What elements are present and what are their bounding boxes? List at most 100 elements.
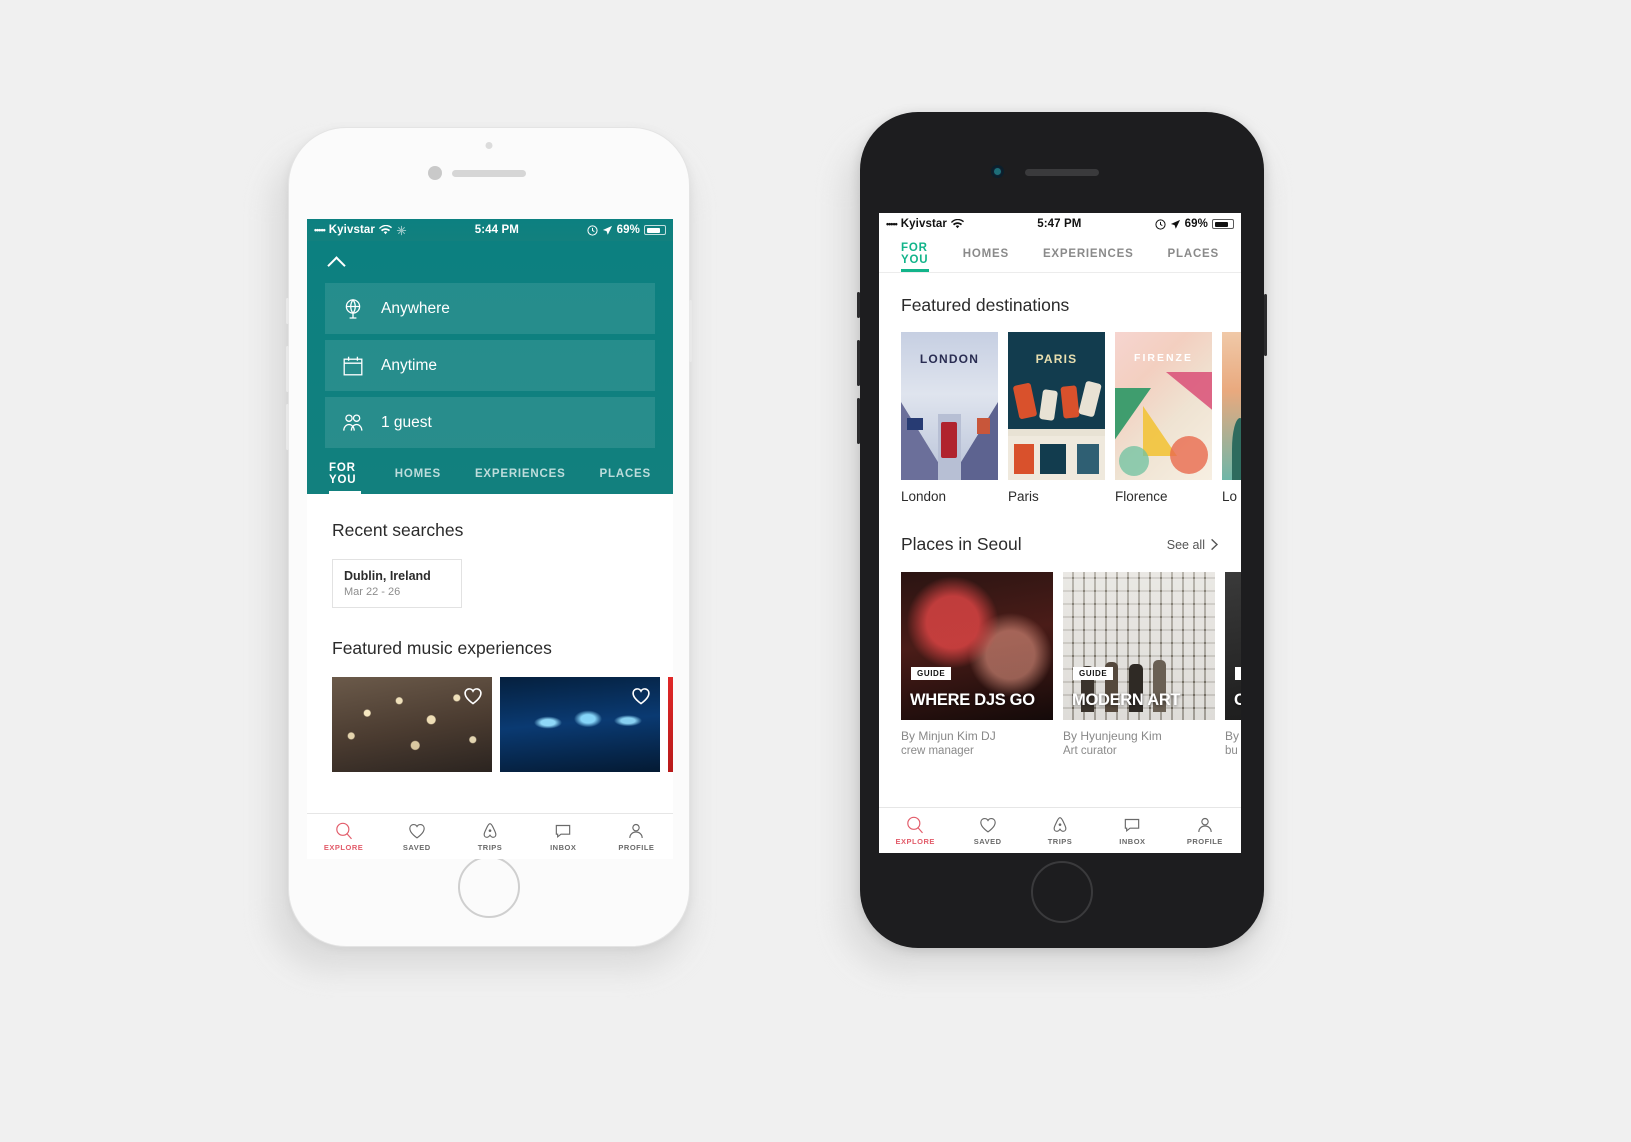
nav-profile[interactable]: PROFILE	[1169, 808, 1241, 853]
guide-title: C	[1234, 691, 1241, 709]
guide-author-name: By Hyunjeung Kim	[1063, 729, 1162, 743]
nav-trips-label: TRIPS	[477, 843, 503, 852]
nav-profile-label: PROFILE	[618, 843, 655, 852]
volume-up-button[interactable]	[857, 340, 860, 386]
power-button[interactable]	[689, 300, 692, 362]
home-button[interactable]	[458, 856, 520, 918]
guide-author-role: Art curator	[1063, 745, 1117, 757]
tab-experiences-label: EXPERIENCES	[1042, 247, 1134, 260]
featured-music-carousel[interactable]	[307, 677, 673, 772]
destination-card-paris[interactable]: PARIS Paris	[1008, 332, 1105, 504]
person-icon	[629, 823, 644, 839]
earpiece-speaker	[452, 170, 526, 177]
nav-profile[interactable]: PROFILE	[600, 814, 673, 859]
guide-author: By Hyunjeung Kim	[1063, 729, 1215, 743]
nav-trips[interactable]: TRIPS	[453, 814, 526, 859]
nav-saved[interactable]: SAVED	[380, 814, 453, 859]
globe-icon	[345, 298, 361, 319]
destination-card-florence[interactable]: FIRENZE Florence	[1115, 332, 1212, 504]
featured-music-title: Featured music experiences	[332, 638, 552, 658]
search-field-location[interactable]: Anywhere	[325, 283, 655, 334]
guide-image: GUIDE MODERN ART	[1063, 572, 1215, 720]
mute-switch[interactable]	[286, 298, 289, 324]
guide-card-modern-art[interactable]: GUIDE MODERN ART By Hyunjeung Kim Art cu…	[1063, 572, 1215, 757]
places-in-seoul-header: Places in Seoul See all	[879, 534, 1241, 555]
featured-destinations-section: Featured destinations	[879, 273, 1241, 316]
seoul-guides-carousel[interactable]: GUIDE WHERE DJS GO By Minjun Kim DJ crew…	[879, 572, 1241, 757]
mute-switch[interactable]	[857, 292, 860, 318]
tab-places-label: PLACES	[599, 468, 651, 480]
guide-card-next[interactable]: GUIDE C By bu	[1225, 572, 1241, 757]
tab-for-you[interactable]: FOR YOU	[329, 454, 361, 494]
location-arrow-icon	[602, 225, 612, 235]
tab-homes-label: HOMES	[394, 468, 441, 480]
tab-places[interactable]: PLACES	[1168, 235, 1219, 272]
heart-icon	[979, 817, 996, 833]
sync-icon	[396, 225, 407, 235]
nav-trips[interactable]: TRIPS	[1024, 808, 1096, 853]
featured-destinations-title: Featured destinations	[901, 295, 1070, 315]
destination-card-next[interactable]: Lo	[1222, 332, 1241, 504]
search-dates-value: Anytime	[381, 356, 437, 374]
nav-saved-label: SAVED	[402, 843, 431, 852]
tab-experiences[interactable]: EXPERIENCES	[1043, 235, 1134, 272]
nav-profile-label: PROFILE	[1186, 837, 1223, 846]
recent-search-item[interactable]: Dublin, Ireland Mar 22 - 26	[332, 559, 462, 608]
tab-underline	[395, 491, 441, 494]
carrier-label: Kyivstar	[328, 224, 375, 236]
poster-text: PARIS	[1035, 352, 1078, 366]
volume-up-button[interactable]	[286, 346, 289, 392]
chevron-right-icon	[1211, 538, 1219, 551]
tab-for-you[interactable]: FOR YOU	[901, 235, 929, 272]
destinations-carousel[interactable]: LONDON London PARIS Paris FIRENZE Floren…	[879, 332, 1241, 504]
tab-experiences-label: EXPERIENCES	[474, 468, 566, 480]
right-phone-device: ••••• Kyivstar 5:47 PM 69% FOR YOU HOMES…	[857, 112, 1267, 948]
nav-explore-label: EXPLORE	[323, 843, 364, 852]
chevron-up-icon	[329, 253, 347, 271]
guide-badge: GUIDE	[1235, 667, 1241, 680]
collapse-search-button[interactable]	[307, 241, 673, 283]
left-bottom-nav: EXPLORE SAVED TRIPS INBOX PROFILE	[307, 813, 673, 859]
see-all-button[interactable]: See all	[1167, 538, 1219, 552]
guide-author-role: crew manager	[901, 745, 974, 757]
nav-inbox[interactable]: INBOX	[527, 814, 600, 859]
heart-icon[interactable]	[462, 685, 484, 707]
alarm-icon	[1155, 218, 1166, 230]
home-button[interactable]	[1031, 861, 1093, 923]
tab-underline	[1168, 269, 1219, 272]
power-button[interactable]	[1264, 294, 1267, 356]
tab-for-you-label: FOR YOU	[901, 241, 929, 266]
calendar-icon	[343, 356, 363, 375]
nav-saved[interactable]: SAVED	[951, 808, 1023, 853]
heart-icon[interactable]	[630, 685, 652, 707]
tab-places-label: PLACES	[1167, 247, 1219, 260]
left-phone-device: ••••• Kyivstar 5:44 PM 69% Anywhere Anyt…	[286, 127, 692, 947]
destination-card-london[interactable]: LONDON London	[901, 332, 998, 504]
experience-card[interactable]	[668, 677, 673, 772]
volume-down-button[interactable]	[286, 404, 289, 450]
airbnb-belo-icon	[483, 823, 497, 838]
search-field-guests[interactable]: 1 guest	[325, 397, 655, 448]
tab-homes[interactable]: HOMES	[395, 454, 441, 494]
tab-experiences[interactable]: EXPERIENCES	[475, 454, 566, 494]
right-tab-bar: FOR YOU HOMES EXPERIENCES PLACES	[879, 235, 1241, 273]
carrier-label: Kyivstar	[900, 218, 947, 230]
nav-inbox-label: INBOX	[550, 843, 577, 852]
tab-places[interactable]: PLACES	[600, 454, 651, 494]
volume-down-button[interactable]	[857, 398, 860, 444]
destination-name: Florence	[1115, 489, 1168, 504]
experience-card[interactable]	[500, 677, 660, 772]
tab-homes[interactable]: HOMES	[963, 235, 1009, 272]
guide-card-djs[interactable]: GUIDE WHERE DJS GO By Minjun Kim DJ crew…	[901, 572, 1053, 757]
nav-explore-label: EXPLORE	[895, 837, 935, 846]
recent-searches-title: Recent searches	[332, 520, 464, 540]
search-field-dates[interactable]: Anytime	[325, 340, 655, 391]
tab-underline	[475, 491, 566, 494]
nav-explore[interactable]: EXPLORE	[307, 814, 380, 859]
guide-author: By Minjun Kim DJ	[901, 729, 1053, 743]
nav-explore[interactable]: EXPLORE	[879, 808, 951, 853]
battery-percent-label: 69%	[1184, 218, 1208, 230]
search-panel: Anywhere Anytime 1 guest FOR YOU HOMES E…	[307, 241, 673, 494]
experience-card[interactable]	[332, 677, 492, 772]
nav-inbox[interactable]: INBOX	[1096, 808, 1168, 853]
